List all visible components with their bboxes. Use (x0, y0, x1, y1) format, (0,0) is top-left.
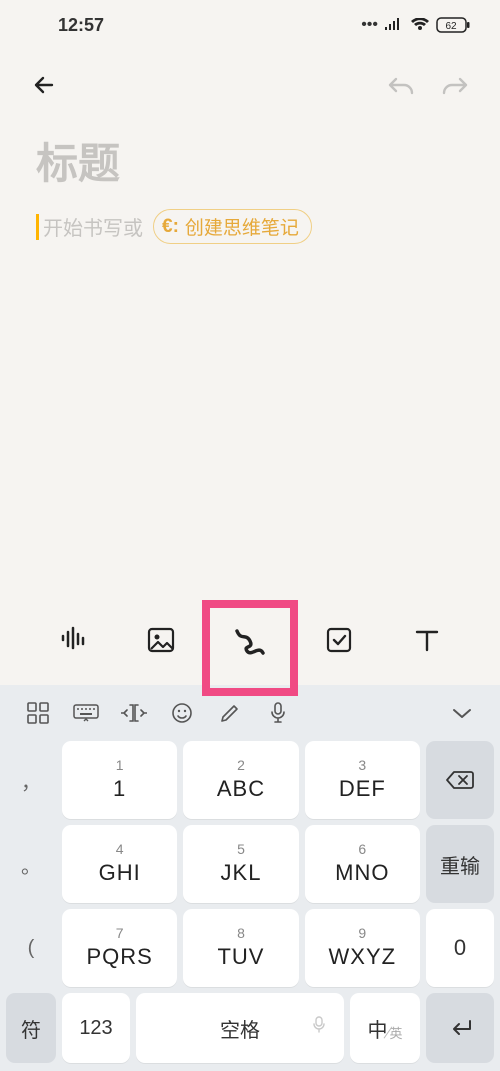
redo-button[interactable] (438, 68, 472, 102)
kb-pencil-icon[interactable] (206, 693, 254, 733)
body-placeholder[interactable]: 开始书写或 (43, 212, 143, 241)
kb-key-def[interactable]: 3DEF (305, 741, 420, 819)
signal-icon (384, 18, 404, 32)
status-bar: 12:57 ••• 62 (0, 0, 500, 50)
kb-enter[interactable] (426, 993, 494, 1063)
nav-bar (0, 50, 500, 120)
text-caret (36, 214, 39, 240)
back-button[interactable] (28, 68, 62, 102)
kb-key-mno[interactable]: 6MNO (305, 825, 420, 903)
clock: 12:57 (58, 15, 104, 36)
status-icons: ••• 62 (361, 16, 470, 34)
kb-key-1[interactable]: 11 (62, 741, 177, 819)
kb-mic-icon[interactable] (254, 693, 302, 733)
svg-text:62: 62 (445, 21, 457, 32)
kb-123[interactable]: 123 (62, 993, 130, 1063)
keyboard: ， 。 ( 11 2ABC 3DEF 4GHI 5JKL 6MNO 7PQRS … (0, 685, 500, 1071)
kb-key-jkl[interactable]: 5JKL (183, 825, 298, 903)
kb-key-ghi[interactable]: 4GHI (62, 825, 177, 903)
kb-emoji-icon[interactable] (158, 693, 206, 733)
note-editor[interactable]: 标题 开始书写或 €: 创建思维笔记 (0, 120, 500, 595)
mindnote-chip[interactable]: €: 创建思维笔记 (153, 209, 312, 244)
kb-lang-switch[interactable]: 中 英 (350, 993, 420, 1063)
battery-icon: 62 (436, 17, 470, 33)
more-icon: ••• (361, 16, 378, 34)
wifi-icon (410, 18, 430, 32)
kb-keyboard-icon[interactable] (62, 693, 110, 733)
title-placeholder[interactable]: 标题 (36, 130, 464, 191)
voice-tool[interactable] (49, 616, 97, 664)
kb-sym-period[interactable]: 。 (6, 825, 56, 903)
mindnote-chip-label: 创建思维笔记 (185, 213, 299, 240)
kb-key-wxyz[interactable]: 9WXYZ (305, 909, 420, 987)
checkbox-tool[interactable] (315, 616, 363, 664)
kb-sym-comma[interactable]: ， (6, 741, 56, 819)
kb-key-pqrs[interactable]: 7PQRS (62, 909, 177, 987)
kb-cursor-icon[interactable] (110, 693, 158, 733)
mic-icon (312, 1016, 326, 1040)
kb-backspace[interactable] (426, 741, 494, 819)
kb-symbols[interactable]: 符 (6, 993, 56, 1063)
kb-key-tuv[interactable]: 8TUV (183, 909, 298, 987)
kb-sym-paren[interactable]: ( (6, 909, 56, 987)
tutorial-highlight (202, 600, 298, 696)
kb-key-0[interactable]: 0 (426, 909, 494, 987)
text-tool[interactable] (403, 616, 451, 664)
kb-lang-sub: 英 (389, 1023, 402, 1042)
kb-key-abc[interactable]: 2ABC (183, 741, 298, 819)
undo-button[interactable] (384, 68, 418, 102)
image-tool[interactable] (137, 616, 185, 664)
kb-grid-icon[interactable] (14, 693, 62, 733)
mindnote-chip-icon: €: (162, 216, 179, 238)
kb-reinput[interactable]: 重输 (426, 825, 494, 903)
kb-space-label: 空格 (220, 1014, 260, 1043)
kb-collapse-icon[interactable] (438, 693, 486, 733)
kb-space[interactable]: 空格 (136, 993, 344, 1063)
